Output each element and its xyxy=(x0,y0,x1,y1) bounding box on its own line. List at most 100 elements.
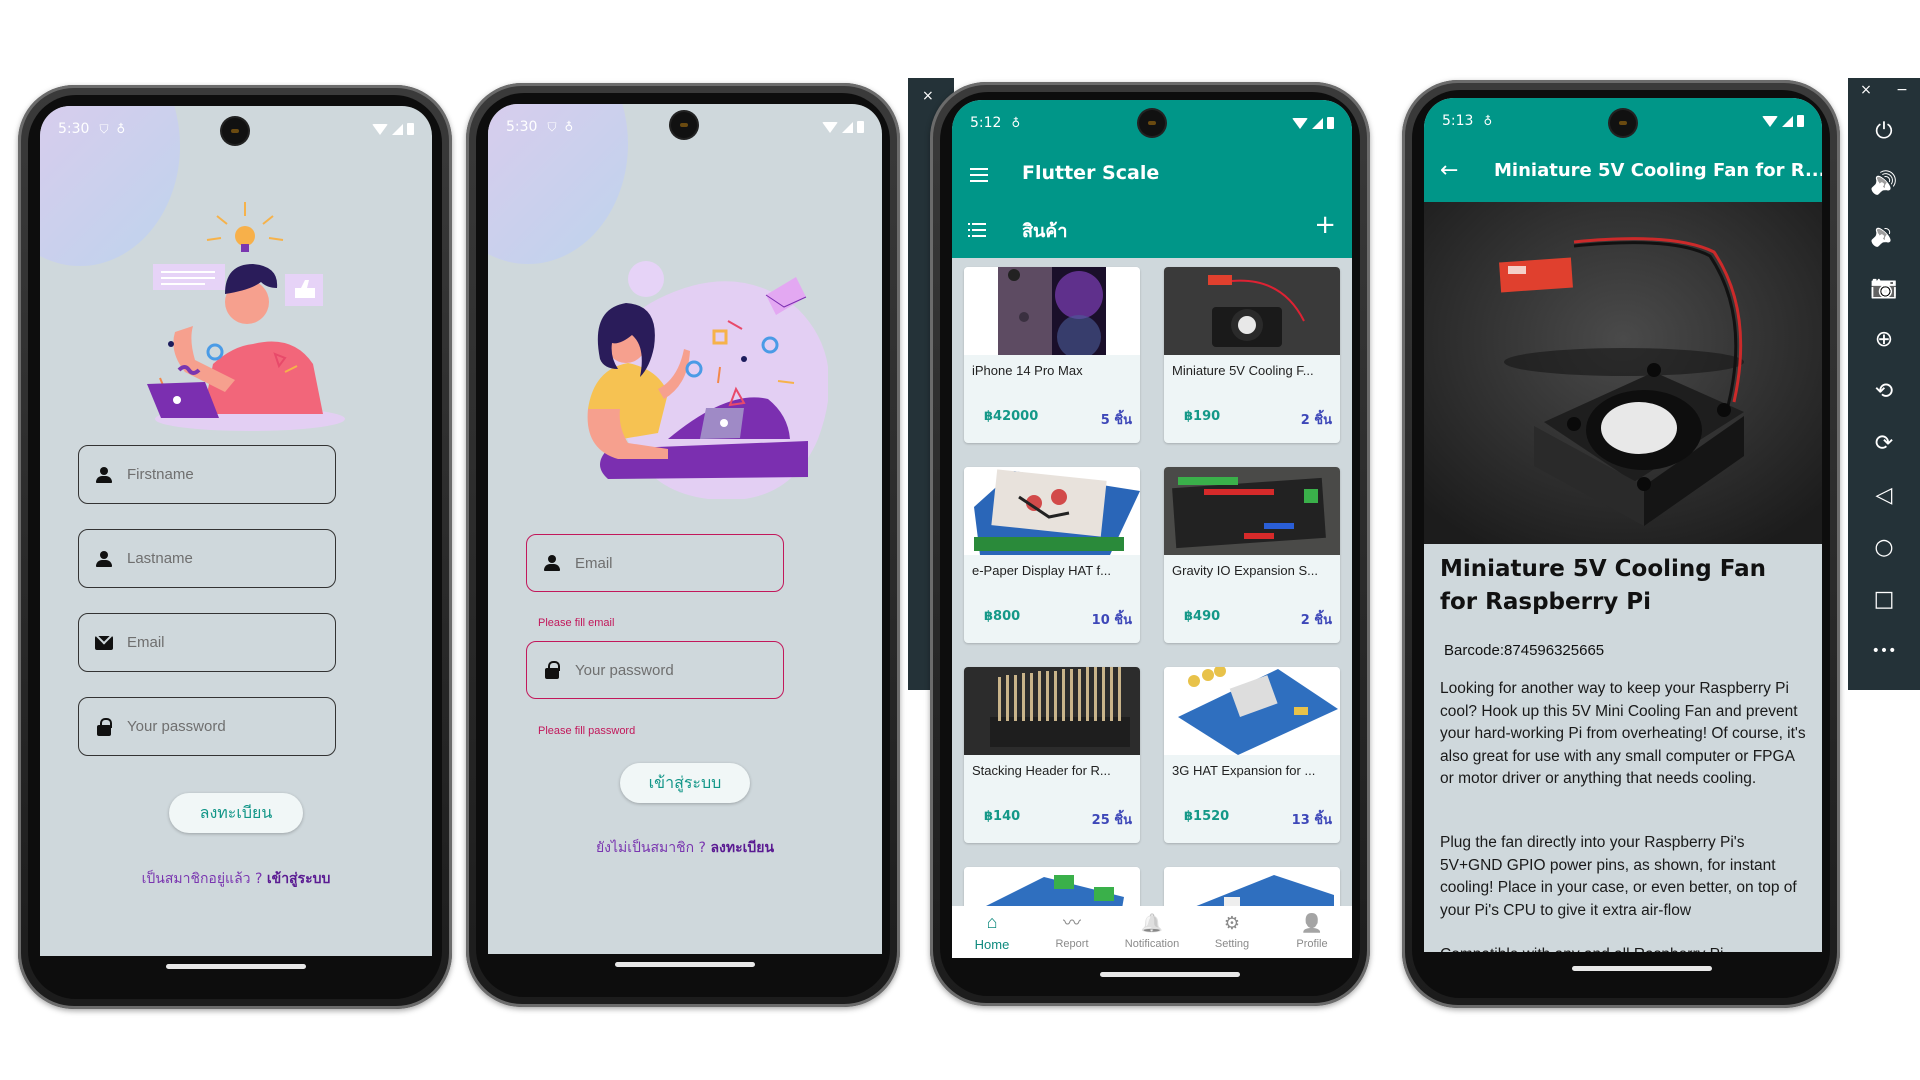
signal-icon xyxy=(1312,117,1323,129)
back-icon[interactable]: ◁ xyxy=(1848,480,1920,510)
wifi-icon xyxy=(372,123,388,135)
password-error: Please fill password xyxy=(538,725,636,737)
battery-icon xyxy=(1327,117,1334,129)
login-illustration xyxy=(587,261,828,499)
gesture-bar[interactable] xyxy=(1572,966,1712,971)
firstname-placeholder: Firstname xyxy=(127,466,194,483)
nav-profile[interactable]: 👤 Profile xyxy=(1272,906,1352,958)
product-image xyxy=(964,667,1140,755)
debug-icon: ♁ xyxy=(564,120,574,134)
toolbar-window-controls: × − xyxy=(1848,82,1920,98)
shield-icon: ⛉ xyxy=(99,121,109,136)
product-image xyxy=(1164,667,1340,755)
product-image xyxy=(964,267,1140,355)
product-name: Stacking Header for R... xyxy=(972,763,1111,778)
rotate-left-icon[interactable]: ⟲ xyxy=(1848,376,1920,406)
stage: 5:30 ⛉ ♁ Firstname Lastname Email Your p… xyxy=(0,0,1920,1080)
close-icon[interactable]: × xyxy=(1860,82,1872,98)
close-icon[interactable]: × xyxy=(922,88,934,104)
register-screen: 5:30 ⛉ ♁ Firstname Lastname Email Your p… xyxy=(40,106,432,956)
login-screen: 5:30 ⛉ ♁ Email Please fill email Your pa… xyxy=(488,104,882,954)
password-field[interactable]: Your password xyxy=(78,697,336,756)
password-placeholder: Your password xyxy=(127,718,226,735)
nav-home[interactable]: ⌂ Home xyxy=(952,906,1032,958)
register-link[interactable]: ลงทะเบียน xyxy=(710,840,774,856)
bell-icon: 🔔 xyxy=(1140,913,1164,933)
person-icon xyxy=(544,555,560,571)
person-icon xyxy=(96,550,112,567)
power-icon[interactable]: ⏻ xyxy=(1848,116,1920,146)
login-link[interactable]: เข้าสู่ระบบ xyxy=(267,871,331,887)
home-icon: ⌂ xyxy=(986,911,998,932)
app-title: Flutter Scale xyxy=(1022,162,1160,184)
bottom-nav: ⌂ Home 〰 Report 🔔 Notification ⚙ Setting 👤 Pr… xyxy=(952,906,1352,958)
more-icon[interactable]: ••• xyxy=(1848,636,1920,666)
gesture-bar[interactable] xyxy=(615,962,755,967)
detail-chin xyxy=(1424,952,1822,966)
status-time: 5:30 xyxy=(58,121,90,137)
email-field[interactable]: Email xyxy=(78,613,336,672)
rotate-right-icon[interactable]: ⟳ xyxy=(1848,428,1920,458)
product-qty: 13 ชิ้น xyxy=(1291,813,1332,828)
product-card[interactable]: iPhone 14 Pro Max ฿42000 5 ชิ้น xyxy=(964,267,1140,443)
detail-app-title: Miniature 5V Cooling Fan for R... xyxy=(1494,160,1822,181)
battery-icon xyxy=(1797,115,1804,127)
camera-icon[interactable]: 📷 xyxy=(1848,272,1920,302)
mail-icon xyxy=(95,635,113,650)
volume-up-icon[interactable]: 🔊 xyxy=(1848,168,1920,198)
product-card[interactable]: Miniature 5V Cooling F... ฿190 2 ชิ้น xyxy=(1164,267,1340,443)
minimize-icon[interactable]: − xyxy=(1896,82,1908,98)
product-price: ฿1520 xyxy=(1184,809,1230,824)
nav-report-label: Report xyxy=(1055,938,1089,950)
product-qty: 2 ชิ้น xyxy=(1300,613,1332,628)
back-arrow-icon[interactable]: ← xyxy=(1440,160,1458,182)
battery-icon xyxy=(857,121,864,133)
person-icon xyxy=(96,466,112,483)
nav-notification[interactable]: 🔔 Notification xyxy=(1112,906,1192,958)
register-prompt: ยังไม่เป็นสมาชิก ? ลงทะเบียน xyxy=(488,837,882,859)
register-illustration xyxy=(147,202,345,431)
status-time: 5:13 xyxy=(1442,113,1474,129)
login-button[interactable]: เข้าสู่ระบบ xyxy=(620,763,750,803)
login-prompt-text: เป็นสมาชิกอยู่แล้ว ? xyxy=(141,871,267,887)
email-error: Please fill email xyxy=(538,617,615,629)
volume-down-icon[interactable]: 🔉 xyxy=(1848,220,1920,250)
product-price: ฿490 xyxy=(1184,609,1221,624)
product-card[interactable]: Stacking Header for R... ฿140 25 ชิ้น xyxy=(964,667,1140,843)
zoom-icon[interactable]: ⊕ xyxy=(1848,324,1920,354)
home-icon[interactable]: ○ xyxy=(1848,532,1920,562)
login-password-field[interactable]: Your password xyxy=(526,641,784,699)
product-description-1: Looking for another way to keep your Ras… xyxy=(1440,680,1806,787)
nav-setting[interactable]: ⚙ Setting xyxy=(1192,906,1272,958)
product-image xyxy=(1164,267,1340,355)
front-camera xyxy=(1139,110,1165,136)
firstname-field[interactable]: Firstname xyxy=(78,445,336,504)
product-title: Miniature 5V Cooling Fan for Raspberry P… xyxy=(1440,556,1767,615)
wifi-icon xyxy=(1292,117,1308,129)
product-card[interactable]: e-Paper Display HAT f... ฿800 10 ชิ้น xyxy=(964,467,1140,643)
product-qty: 25 ชิ้น xyxy=(1091,813,1132,828)
product-photo xyxy=(1424,202,1822,544)
product-name: e-Paper Display HAT f... xyxy=(972,563,1111,578)
add-icon[interactable]: + xyxy=(1314,212,1336,238)
nav-home-label: Home xyxy=(974,936,1010,952)
signal-icon xyxy=(842,121,853,133)
menu-icon[interactable] xyxy=(970,168,988,182)
product-card[interactable]: 3G HAT Expansion for ... ฿1520 13 ชิ้น xyxy=(1164,667,1340,843)
gesture-bar[interactable] xyxy=(1100,972,1240,977)
lastname-field[interactable]: Lastname xyxy=(78,529,336,588)
login-email-field[interactable]: Email xyxy=(526,534,784,592)
debug-icon: ♁ xyxy=(116,122,126,136)
overview-icon[interactable]: □ xyxy=(1848,584,1920,614)
product-name: Miniature 5V Cooling F... xyxy=(1172,363,1314,378)
gesture-bar[interactable] xyxy=(166,964,306,969)
debug-icon: ♁ xyxy=(1483,114,1493,128)
product-image xyxy=(1164,467,1340,555)
nav-report[interactable]: 〰 Report xyxy=(1032,906,1112,958)
product-name: 3G HAT Expansion for ... xyxy=(1172,763,1316,778)
register-button[interactable]: ลงทะเบียน xyxy=(169,793,303,833)
product-card[interactable]: Gravity IO Expansion S... ฿490 2 ชิ้น xyxy=(1164,467,1340,643)
list-icon xyxy=(968,223,986,237)
nav-setting-label: Setting xyxy=(1214,938,1250,950)
product-description-2: Plug the fan directly into your Raspberr… xyxy=(1440,834,1797,919)
